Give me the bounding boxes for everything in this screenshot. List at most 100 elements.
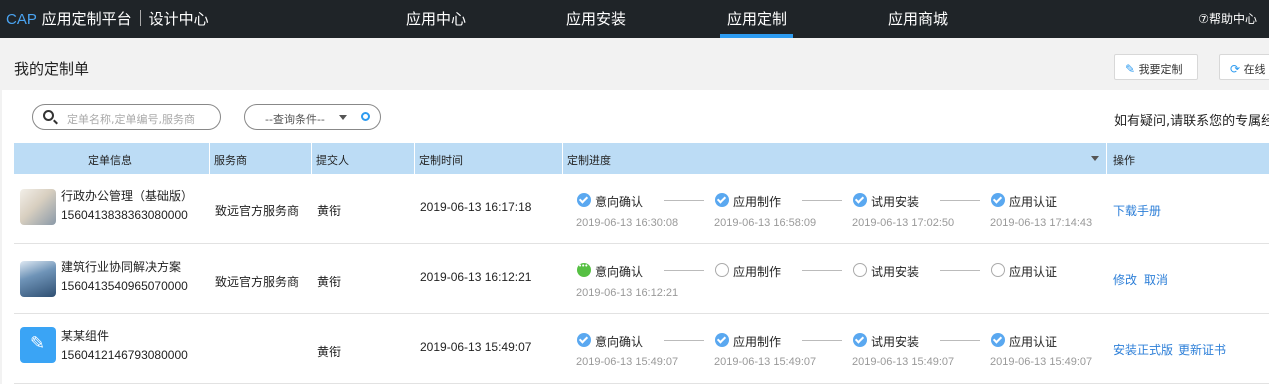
brand-center-name: 设计中心 [148,10,209,28]
install-release-link[interactable]: 安装正式版 [1113,341,1173,358]
search-icon [43,110,54,121]
check-circle-icon [577,333,591,347]
brand[interactable]: CAP 应用定制平台 设计中心 [6,8,209,29]
step-time: 2019-06-13 16:30:08 [576,217,679,229]
office-thumbnail [20,189,56,225]
empty-circle-icon [853,263,867,277]
check-circle-icon [853,193,867,207]
page-title: 我的定制单 [14,60,90,78]
order-name: 建筑行业协同解决方案 [61,260,182,274]
brand-platform-name: 应用定制平台 [41,10,132,28]
step-label: 意向确认 [595,265,644,279]
step-time: 2019-06-13 15:49:07 [990,356,1093,368]
col-actions: 操作 [1113,154,1135,167]
check-circle-icon [853,333,867,347]
order-code: 1560413838363080000 [61,208,188,222]
check-circle-icon [715,333,729,347]
component-icon: ✎ [20,327,56,363]
custom-request-button[interactable]: ✎ 我要定制 [1114,54,1198,80]
order-provider: 致远官方服务商 [215,204,300,218]
pencil-icon: ✎ [30,333,46,354]
chevron-down-icon [339,115,347,120]
col-divider [209,143,210,174]
cancel-link[interactable]: 取消 [1144,271,1168,288]
search-input[interactable]: 定单名称,定单编号,服务商 [32,104,221,130]
nav-app-store[interactable]: 应用商城 [888,8,948,29]
update-certificate-link[interactable]: 更新证书 [1178,341,1226,358]
col-time: 定制时间 [419,154,463,167]
col-submitter: 提交人 [316,154,349,167]
order-time: 2019-06-13 15:49:07 [420,340,532,354]
step-time: 2019-06-13 16:58:09 [714,217,817,229]
step-connector [664,340,704,341]
step-label: 意向确认 [595,195,644,209]
order-code: 1560413540965070000 [61,279,188,293]
step-connector [940,200,980,201]
check-circle-icon [991,193,1005,207]
step-label: 试用安装 [871,335,920,349]
step-label: 意向确认 [595,335,644,349]
step-connector [664,200,704,201]
empty-circle-icon [991,263,1005,277]
col-provider: 服务商 [214,154,247,167]
order-time: 2019-06-13 16:12:21 [420,270,532,284]
step-label: 应用认证 [1009,195,1058,209]
col-progress: 定制进度 [567,154,611,167]
order-submitter: 黄衔 [317,275,342,289]
check-circle-icon [715,193,729,207]
step-label: 试用安装 [871,265,920,279]
refresh-icon: ⟳ [1230,62,1241,76]
step-connector [940,340,980,341]
brand-logo-text: CAP [6,11,37,28]
online-button[interactable]: ⟳ 在线 [1219,54,1269,80]
brand-divider [139,10,141,26]
step-time: 2019-06-13 17:02:50 [852,217,955,229]
in-progress-icon [577,262,591,277]
online-label: 在线 [1243,63,1266,76]
building-thumbnail [20,261,56,297]
progress-dropdown-icon[interactable] [1091,156,1099,161]
top-nav-bar: CAP 应用定制平台 设计中心 应用中心 应用安装 应用定制 应用商城 ⑦帮助中心 [0,0,1269,38]
step-label: 应用制作 [733,195,782,209]
empty-circle-icon [715,263,729,277]
check-circle-icon [991,333,1005,347]
step-connector [664,270,704,271]
step-time: 2019-06-13 15:49:07 [576,356,679,368]
col-divider [1106,143,1107,174]
nav-app-customize[interactable]: 应用定制 [727,8,787,29]
query-condition-label: --查询条件-- [265,113,325,126]
table-row: ✎ 某某组件 1560412146793080000 黄衔 2019-06-13… [14,314,1269,384]
magic-wand-icon: ✎ [1125,62,1136,76]
support-notice: 如有疑问,请联系您的专属经 [1114,114,1269,129]
step-connector [802,340,842,341]
table-header: 定单信息 服务商 提交人 定制时间 定制进度 操作 [14,143,1269,174]
search-placeholder: 定单名称,定单编号,服务商 [67,113,195,126]
query-search-icon[interactable] [361,112,370,121]
download-manual-link[interactable]: 下载手册 [1113,202,1161,219]
step-label: 应用认证 [1009,335,1058,349]
col-divider [414,143,415,174]
edit-link[interactable]: 修改 [1113,271,1137,288]
table-row: 行政办公管理（基础版） 1560413838363080000 致远官方服务商 … [14,174,1269,244]
query-condition-select[interactable]: --查询条件-- [244,104,381,130]
col-divider [311,143,312,174]
order-submitter: 黄衔 [317,204,342,218]
order-submitter: 黄衔 [317,345,342,359]
step-label: 应用认证 [1009,265,1058,279]
order-name: 行政办公管理（基础版） [61,189,194,203]
step-connector [802,200,842,201]
nav-app-center[interactable]: 应用中心 [406,8,466,29]
help-center-link[interactable]: ⑦帮助中心 [1198,10,1257,27]
step-time: 2019-06-13 17:14:43 [990,217,1093,229]
step-time: 2019-06-13 15:49:07 [852,356,955,368]
order-time: 2019-06-13 16:17:18 [420,200,532,214]
custom-request-label: 我要定制 [1138,63,1183,76]
col-order-info: 定单信息 [88,154,132,167]
nav-app-install[interactable]: 应用安装 [566,8,626,29]
step-label: 应用制作 [733,335,782,349]
step-time: 2019-06-13 15:49:07 [714,356,817,368]
order-provider: 致远官方服务商 [215,275,300,289]
col-divider [562,143,563,174]
step-connector [940,270,980,271]
check-circle-icon [577,193,591,207]
